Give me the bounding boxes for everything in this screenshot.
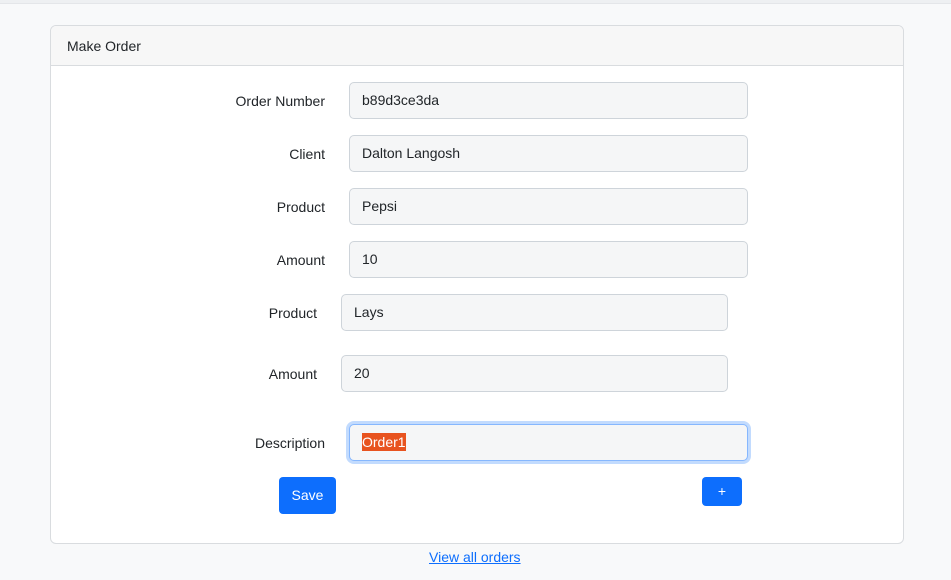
description-field[interactable]: Order1 xyxy=(349,424,748,461)
order-number-field[interactable]: b89d3ce3da xyxy=(349,82,748,119)
top-bar xyxy=(0,0,951,4)
amount-field-1[interactable]: 10 xyxy=(349,241,748,278)
order-number-label: Order Number xyxy=(235,93,325,109)
product-field-2[interactable]: Lays xyxy=(341,294,728,331)
amount-label-1: Amount xyxy=(276,252,325,268)
view-all-orders-link[interactable]: View all orders xyxy=(429,549,521,565)
card-title: Make Order xyxy=(67,38,141,54)
add-product-button[interactable]: + xyxy=(702,477,742,506)
save-button[interactable]: Save xyxy=(279,477,336,514)
product-field-1[interactable]: Pepsi xyxy=(349,188,748,225)
client-field[interactable]: Dalton Langosh xyxy=(349,135,748,172)
amount-label-2: Amount xyxy=(268,366,317,382)
card-header: Make Order xyxy=(51,26,903,66)
product-label-2: Product xyxy=(268,305,317,321)
description-selected-text: Order1 xyxy=(362,433,406,451)
client-label: Client xyxy=(289,146,325,162)
amount-field-2[interactable]: 20 xyxy=(341,355,728,392)
product-label-1: Product xyxy=(276,199,325,215)
description-label: Description xyxy=(254,435,325,451)
